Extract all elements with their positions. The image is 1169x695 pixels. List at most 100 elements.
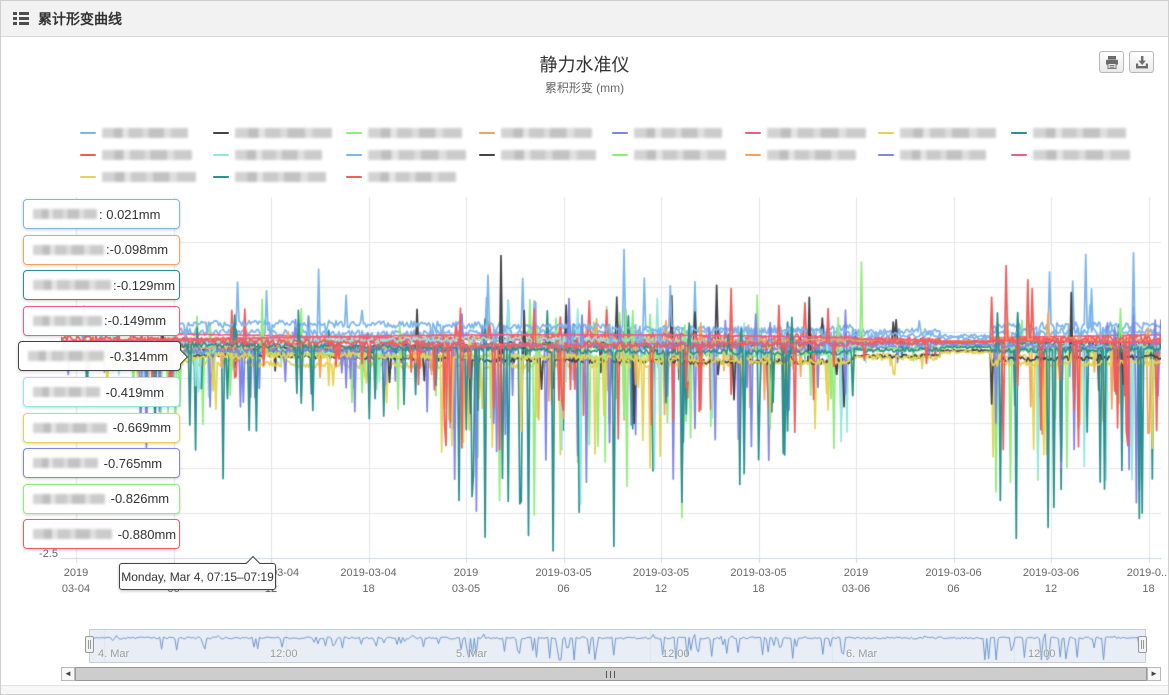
x-axis-label: 2019-03-0512 <box>613 565 709 597</box>
tooltip-series-name-redacted <box>33 458 98 468</box>
download-icon <box>1135 56 1149 69</box>
tooltip-value: -0.826mm <box>107 491 169 506</box>
legend-item[interactable] <box>1011 146 1144 163</box>
legend-label-redacted <box>1033 128 1126 138</box>
legend-label-redacted <box>368 128 462 138</box>
legend-item[interactable] <box>878 124 1011 141</box>
legend-item[interactable] <box>346 168 479 185</box>
legend-marker <box>346 154 362 156</box>
scrollbar-left-button[interactable]: ◄ <box>61 667 75 681</box>
tooltip-series-name-redacted <box>33 529 112 539</box>
legend-item[interactable] <box>346 124 479 141</box>
legend-label-redacted <box>767 150 856 160</box>
legend-marker <box>745 132 761 134</box>
navigator-axis-label: 12:00 <box>270 648 298 660</box>
legend-marker <box>80 176 96 178</box>
legend-item[interactable] <box>213 124 346 141</box>
legend-label-redacted <box>1033 150 1130 160</box>
tooltip-value: :-0.098mm <box>106 242 168 257</box>
legend-marker <box>745 154 761 156</box>
tooltip-value: -0.669mm <box>109 420 171 435</box>
legend-item[interactable] <box>213 168 346 185</box>
legend-marker <box>479 154 495 156</box>
legend-label-redacted <box>501 150 596 160</box>
tooltip-value: -0.880mm <box>114 527 176 542</box>
legend-item[interactable] <box>612 124 745 141</box>
legend-item[interactable] <box>346 146 479 163</box>
x-axis-label: 2019-03-0506 <box>516 565 612 597</box>
legend-item[interactable] <box>745 146 878 163</box>
legend-marker <box>80 132 96 134</box>
navigator-axis-label: 4. Mar <box>98 648 129 660</box>
tooltip-series-name-redacted <box>33 280 111 290</box>
bottom-strip <box>1 685 1168 695</box>
x-axis-label: 2019-0...18 <box>1101 565 1169 597</box>
navigator-axis-label: 12:00 <box>662 648 690 660</box>
navigator-canvas[interactable] <box>90 630 1145 662</box>
legend-marker <box>213 154 229 156</box>
x-axis-label: 2019-03-0606 <box>906 565 1002 597</box>
tooltip-value: : 0.021mm <box>99 207 160 222</box>
navigator-axis-label: 6. Mar <box>846 648 877 660</box>
tooltip-value: -0.765mm <box>100 456 162 471</box>
legend-label-redacted <box>634 150 726 160</box>
legend-label-redacted <box>235 150 322 160</box>
legend-label-redacted <box>634 128 722 138</box>
legend-item[interactable] <box>612 146 745 163</box>
x-axis-label: 2019-03-0518 <box>711 565 807 597</box>
tooltip-value: -0.419mm <box>102 385 164 400</box>
chart-subtitle: 累积形变 (mm) <box>1 79 1168 96</box>
y-axis-tick-label: -2.5 <box>29 548 58 560</box>
navigator-handle-right[interactable] <box>1138 636 1147 653</box>
print-button[interactable] <box>1099 51 1124 73</box>
legend-marker <box>213 176 229 178</box>
tooltip-series-name-redacted <box>33 387 100 397</box>
legend-label-redacted <box>368 172 456 182</box>
tooltip-box: :-0.098mm <box>23 235 180 265</box>
tooltip-box: -0.314mm <box>18 341 181 371</box>
list-icon[interactable] <box>13 12 29 25</box>
legend-item[interactable] <box>479 146 612 163</box>
legend-label-redacted <box>767 128 866 138</box>
legend-item[interactable] <box>80 146 213 163</box>
legend-item[interactable] <box>878 146 1011 163</box>
x-axis-label: 201903-04 <box>28 565 124 597</box>
legend-marker <box>612 154 628 156</box>
scrollbar-thumb[interactable] <box>75 667 1147 681</box>
tooltip-series-name-redacted <box>33 423 107 433</box>
chart-title: 静力水准仪 <box>1 51 1168 77</box>
tooltip-value: :-0.149mm <box>104 313 166 328</box>
tooltip-series-name-redacted <box>33 494 105 504</box>
scrollbar-track[interactable] <box>75 667 1147 681</box>
download-button[interactable] <box>1129 51 1154 73</box>
navigator-handle-left[interactable] <box>85 636 94 653</box>
legend-item[interactable] <box>745 124 878 141</box>
tooltip-box: :-0.149mm <box>23 306 180 336</box>
legend-label-redacted <box>102 172 196 182</box>
tooltip-box: -0.765mm <box>23 448 180 478</box>
legend <box>80 124 1158 190</box>
legend-marker <box>80 154 96 156</box>
legend-label-redacted <box>368 150 466 160</box>
legend-label-redacted <box>900 150 986 160</box>
legend-label-redacted <box>235 172 326 182</box>
scrollbar-right-button[interactable]: ► <box>1147 667 1161 681</box>
topbar: 累计形变曲线 <box>1 1 1168 37</box>
legend-item[interactable] <box>80 124 213 141</box>
legend-label-redacted <box>900 128 996 138</box>
legend-item[interactable] <box>479 124 612 141</box>
legend-item[interactable] <box>80 168 213 185</box>
main-chart-canvas[interactable] <box>61 197 1161 565</box>
legend-marker <box>479 132 495 134</box>
legend-item[interactable] <box>213 146 346 163</box>
legend-label-redacted <box>102 150 192 160</box>
page-title: 累计形变曲线 <box>38 9 122 29</box>
legend-item[interactable] <box>1011 124 1144 141</box>
legend-label-redacted <box>235 128 332 138</box>
navigator[interactable]: 4. Mar12:005. Mar12:006. Mar12:00 <box>89 629 1146 663</box>
scrollbar-grip-icon <box>606 671 615 678</box>
tooltip-box: -0.880mm <box>23 519 180 549</box>
x-axis-label: 2019-03-0418 <box>321 565 417 597</box>
tooltip-value: :-0.129mm <box>113 278 175 293</box>
legend-marker <box>1011 154 1027 156</box>
